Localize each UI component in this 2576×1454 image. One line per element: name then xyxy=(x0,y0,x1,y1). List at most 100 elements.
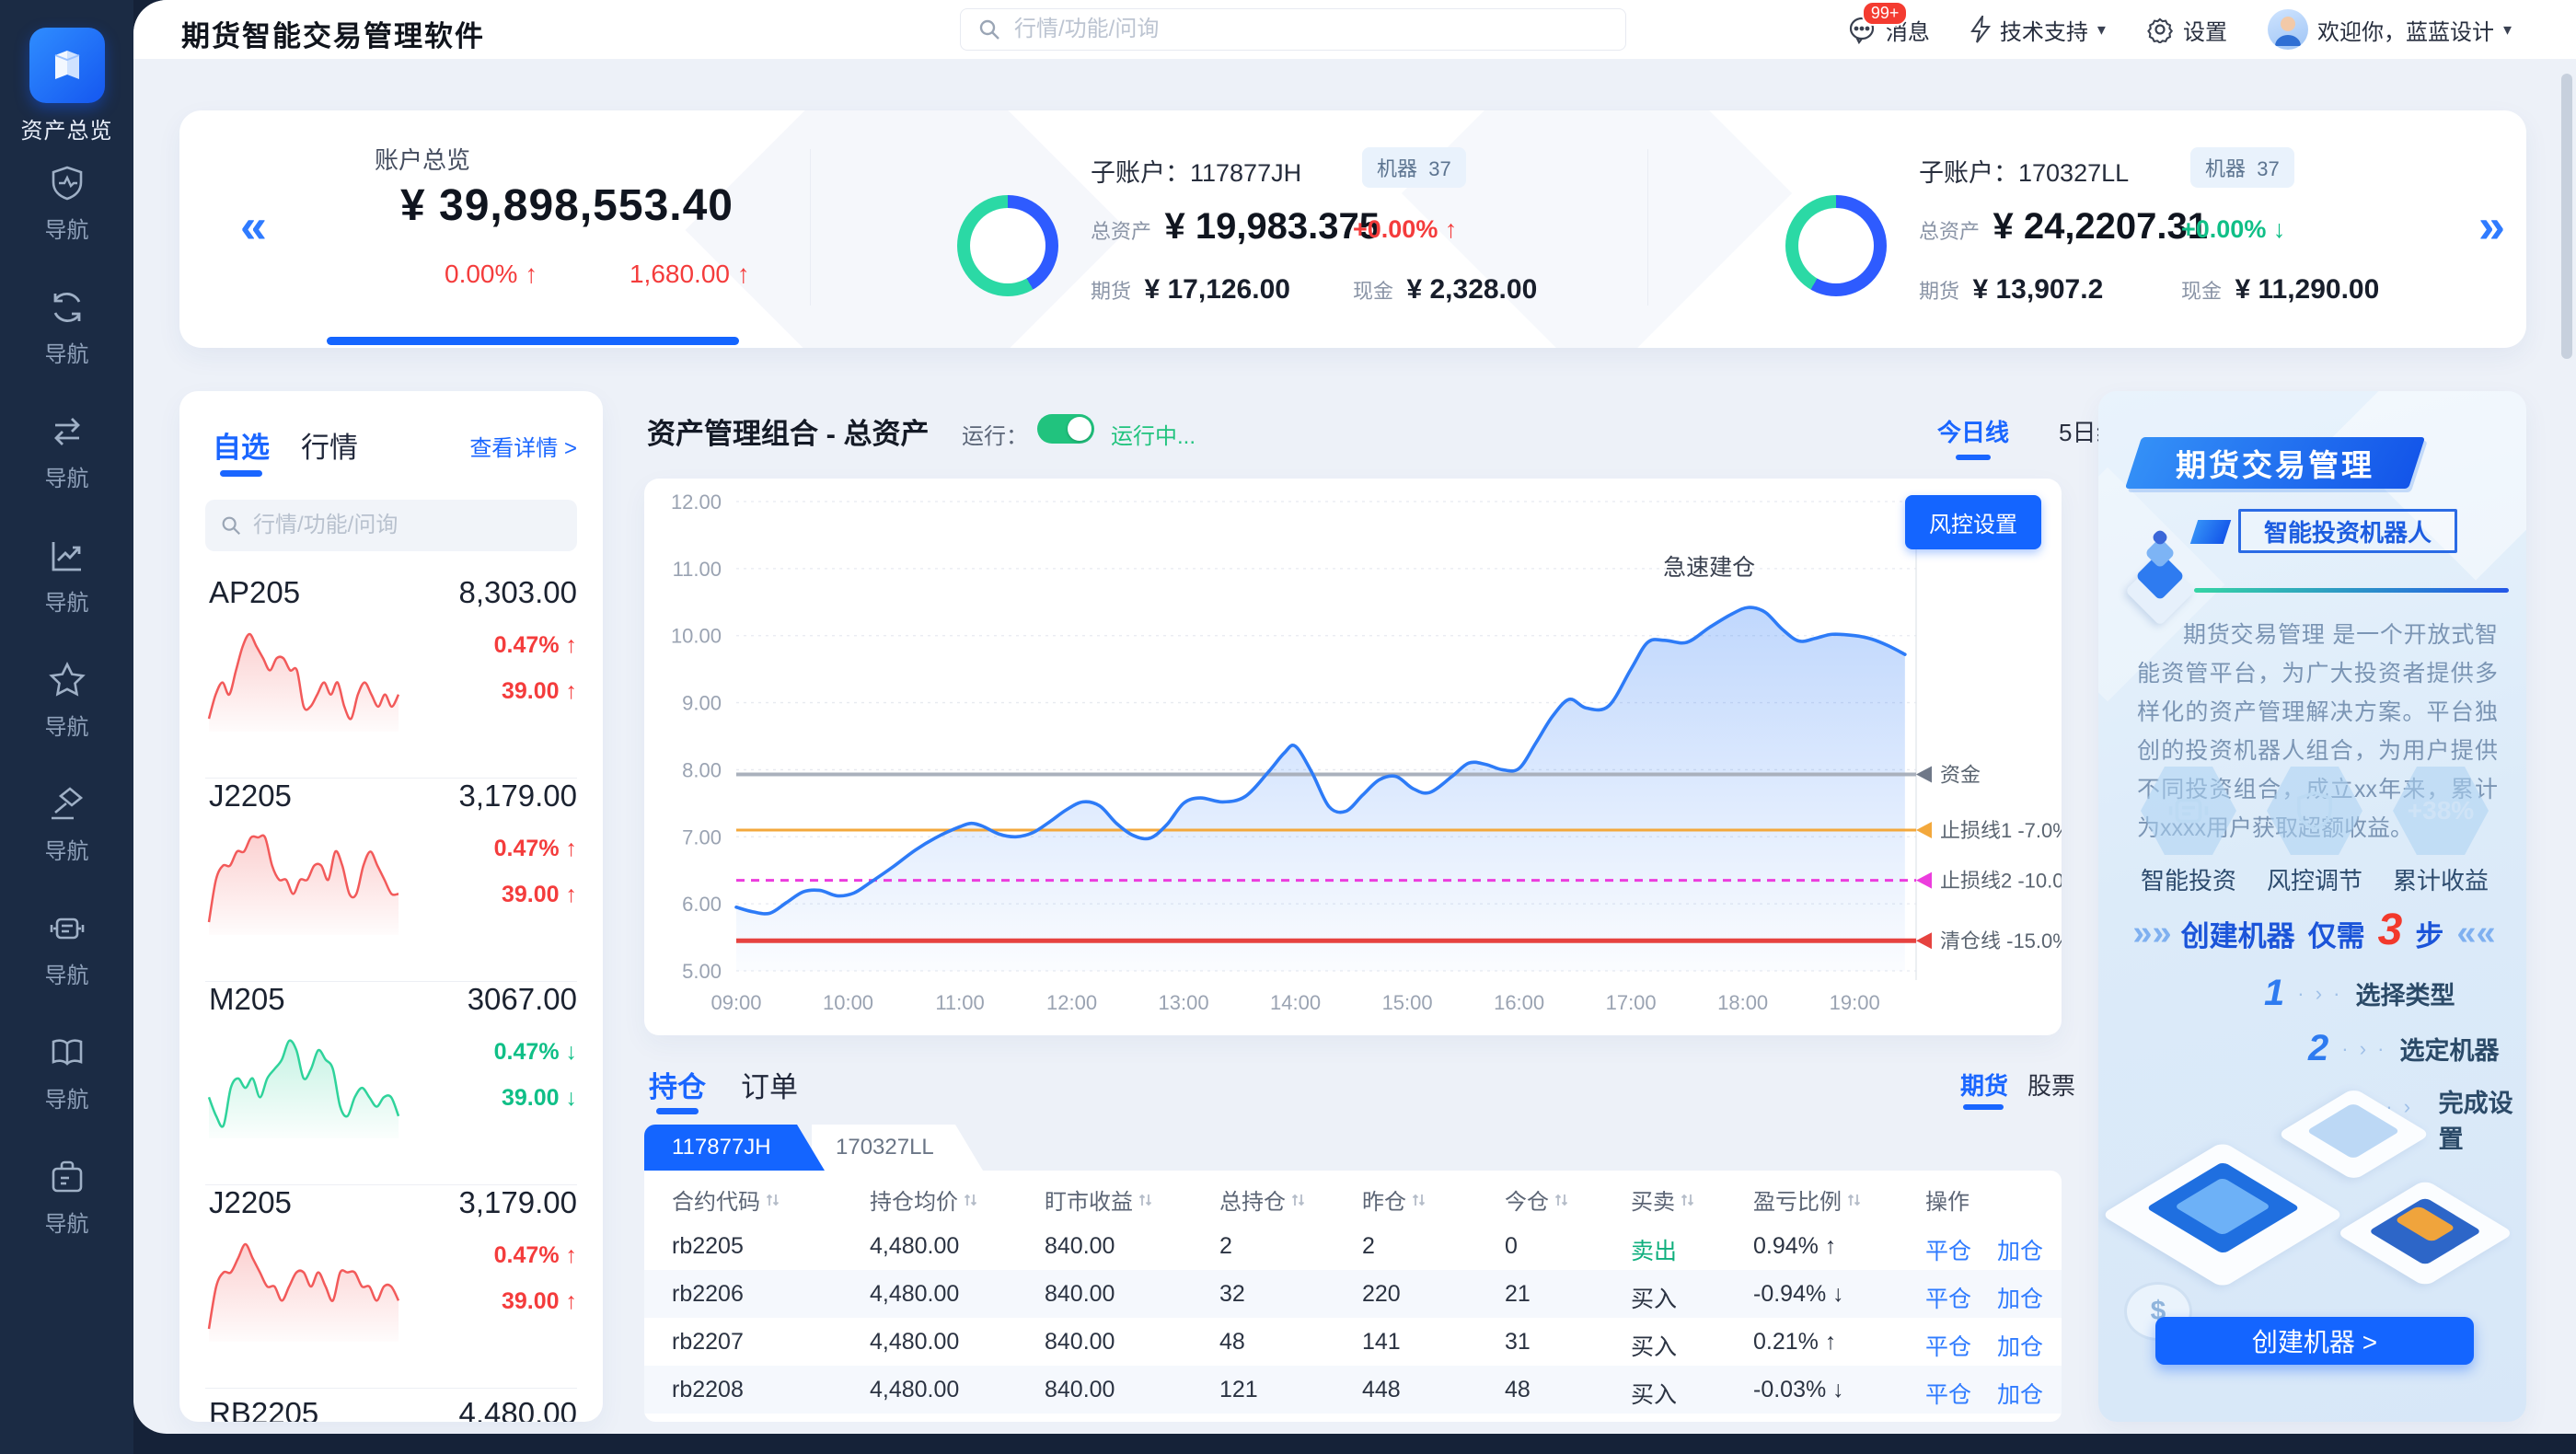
book-open-icon xyxy=(48,1033,87,1072)
svg-text:12:00: 12:00 xyxy=(1046,991,1097,1014)
promo-subtitle: 智能投资机器人 xyxy=(2238,509,2457,553)
overview-total-value: ¥ 39,898,553.40 xyxy=(400,180,734,231)
machine-badge: 机器 37 xyxy=(2190,147,2294,188)
svg-text:16:00: 16:00 xyxy=(1494,991,1544,1014)
svg-text:止损线1 -7.0%: 止损线1 -7.0% xyxy=(1940,819,2062,842)
shield-pulse-icon xyxy=(48,164,87,202)
sidebar-logo-label: 资产总览 xyxy=(0,112,133,144)
promo-title-banner: 期货交易管理 xyxy=(2125,437,2425,489)
arrow-up-icon: ↑ xyxy=(566,882,578,907)
tab-market[interactable]: 行情 xyxy=(301,424,358,466)
user-menu[interactable]: 欢迎你，蓝蓝设计 ▾ xyxy=(2268,9,2512,50)
view-details-link[interactable]: 查看详情 > xyxy=(469,430,577,462)
support-menu[interactable]: 技术支持 ▾ xyxy=(1970,14,2106,46)
sidebar-item-5[interactable]: 导航 xyxy=(0,661,133,741)
svg-text:资金: 资金 xyxy=(1940,764,1981,787)
scrollbar-thumb[interactable] xyxy=(2561,74,2572,359)
sidebar-item-label: 导航 xyxy=(0,336,133,368)
carousel-progress-indicator xyxy=(327,337,739,345)
asset-area-chart: 5.006.007.008.009.0010.0011.0012.0009:00… xyxy=(644,479,2062,1035)
arrow-up-icon: ↑ xyxy=(566,836,578,861)
portfolio-title: 资产管理组合 - 总资产 xyxy=(647,410,930,452)
watchlist-item[interactable]: J2205 3,179.00 0.47% ↑ 39.00 ↑ xyxy=(205,1185,577,1389)
column-header[interactable]: 总持仓 xyxy=(1219,1183,1305,1216)
table-row: rb2208 4,480.00 840.00 121 448 48 买入 -0.… xyxy=(644,1366,2062,1414)
watchlist-item[interactable]: M205 3067.00 0.47% ↓ 39.00 ↓ xyxy=(205,982,577,1185)
close-position-link[interactable]: 平仓 xyxy=(1925,1377,1971,1410)
arrow-up-icon: ↑ xyxy=(566,678,578,704)
sort-icon xyxy=(1291,1192,1305,1208)
close-position-link[interactable]: 平仓 xyxy=(1925,1329,1971,1362)
svg-text:急速建仓: 急速建仓 xyxy=(1663,555,1755,581)
cash-value: ¥ 2,328.00 xyxy=(1406,274,1537,305)
add-position-link[interactable]: 加仓 xyxy=(1997,1233,2043,1266)
column-header[interactable]: 今仓 xyxy=(1505,1183,1568,1216)
pnl-cell: 0.21% ↑ xyxy=(1753,1329,1836,1356)
add-position-link[interactable]: 加仓 xyxy=(1997,1377,2043,1410)
sidebar-item-4[interactable]: 导航 xyxy=(0,537,133,617)
watchlist-search-input[interactable] xyxy=(253,513,548,538)
add-position-link[interactable]: 加仓 xyxy=(1997,1281,2043,1314)
watchlist-search[interactable] xyxy=(205,500,577,551)
sidebar-item-7[interactable]: 导航 xyxy=(0,909,133,989)
tab-futures[interactable]: 期货 xyxy=(1960,1067,2008,1102)
overview-pct: 0.00% xyxy=(445,260,517,288)
carousel-prev-button[interactable]: « xyxy=(240,199,267,254)
add-position-link[interactable]: 加仓 xyxy=(1997,1329,2043,1362)
sidebar-item-6[interactable]: 导航 xyxy=(0,785,133,865)
tab-stocks[interactable]: 股票 xyxy=(2027,1067,2075,1102)
svg-text:止损线2 -10.0%: 止损线2 -10.0% xyxy=(1940,870,2062,893)
tab-orders[interactable]: 订单 xyxy=(741,1064,798,1105)
robot-icon xyxy=(48,909,87,948)
transfer-icon xyxy=(48,412,87,451)
sub-account-id: 170327LL xyxy=(2018,159,2129,187)
sidebar-item-label: 导航 xyxy=(0,460,133,492)
app-logo[interactable] xyxy=(29,28,105,103)
column-header[interactable]: 合约代码 xyxy=(672,1183,780,1216)
watchlist-item-partial[interactable]: RB2205 4,480.00 xyxy=(205,1396,577,1422)
arrow-up-icon: ↑ xyxy=(525,260,537,288)
price: 3,179.00 xyxy=(459,779,577,814)
sidebar-item-3[interactable]: 导航 xyxy=(0,412,133,492)
futures-value: ¥ 17,126.00 xyxy=(1144,274,1289,305)
close-position-link[interactable]: 平仓 xyxy=(1925,1281,1971,1314)
sidebar-item-1[interactable]: 导航 xyxy=(0,164,133,244)
create-robot-button[interactable]: 创建机器 > xyxy=(2155,1317,2474,1365)
account-tab-170327LL[interactable]: 170327LL xyxy=(812,1125,983,1171)
column-header[interactable]: 持仓均价 xyxy=(870,1183,977,1216)
risk-settings-button[interactable]: 风控设置 xyxy=(1905,495,2041,549)
tab-watchlist[interactable]: 自选 xyxy=(213,424,270,466)
global-search-input[interactable] xyxy=(1014,17,1566,42)
global-search[interactable] xyxy=(960,8,1626,51)
svg-text:5.00: 5.00 xyxy=(682,960,722,983)
watchlist-item[interactable]: AP205 8,303.00 0.47% ↑ 39.00 ↑ xyxy=(205,575,577,779)
account-tab-117877JH[interactable]: 117877JH xyxy=(644,1125,825,1171)
tab-today-line[interactable]: 今日线 xyxy=(1937,414,2009,448)
sub-account-prefix: 子账户： xyxy=(1919,159,2018,187)
search-icon xyxy=(220,514,242,537)
pct-change: 0.47% ↑ xyxy=(494,836,577,862)
user-icon xyxy=(2268,9,2308,50)
settings-button[interactable]: 设置 xyxy=(2146,14,2227,46)
watchlist-panel: 自选 行情 查看详情 > AP205 8,303.00 0.47% ↑ 39.0… xyxy=(179,391,603,1422)
column-header[interactable]: 买卖 xyxy=(1631,1183,1694,1216)
briefcase-icon xyxy=(48,1158,87,1196)
column-header[interactable]: 昨仓 xyxy=(1362,1183,1426,1216)
svg-text:18:00: 18:00 xyxy=(1717,991,1768,1014)
search-icon xyxy=(977,17,1001,41)
column-header[interactable]: 盈亏比例 xyxy=(1753,1183,1861,1216)
sidebar-item-8[interactable]: 导航 xyxy=(0,1033,133,1114)
sync-icon xyxy=(48,288,87,327)
tab-holdings[interactable]: 持仓 xyxy=(649,1064,706,1105)
run-toggle[interactable] xyxy=(1037,414,1094,444)
futures-label: 期货 xyxy=(1919,280,1959,303)
price: 8,303.00 xyxy=(459,575,577,610)
messages-button[interactable]: 99+ 消息 xyxy=(1847,14,1930,46)
machine-badge: 机器 37 xyxy=(1362,147,1466,188)
sidebar-item-9[interactable]: 导航 xyxy=(0,1158,133,1238)
watchlist-item[interactable]: J2205 3,179.00 0.47% ↑ 39.00 ↑ xyxy=(205,779,577,982)
svg-text:11:00: 11:00 xyxy=(935,991,984,1014)
column-header[interactable]: 盯市收益 xyxy=(1045,1183,1152,1216)
close-position-link[interactable]: 平仓 xyxy=(1925,1233,1971,1266)
sidebar-item-2[interactable]: 导航 xyxy=(0,288,133,368)
